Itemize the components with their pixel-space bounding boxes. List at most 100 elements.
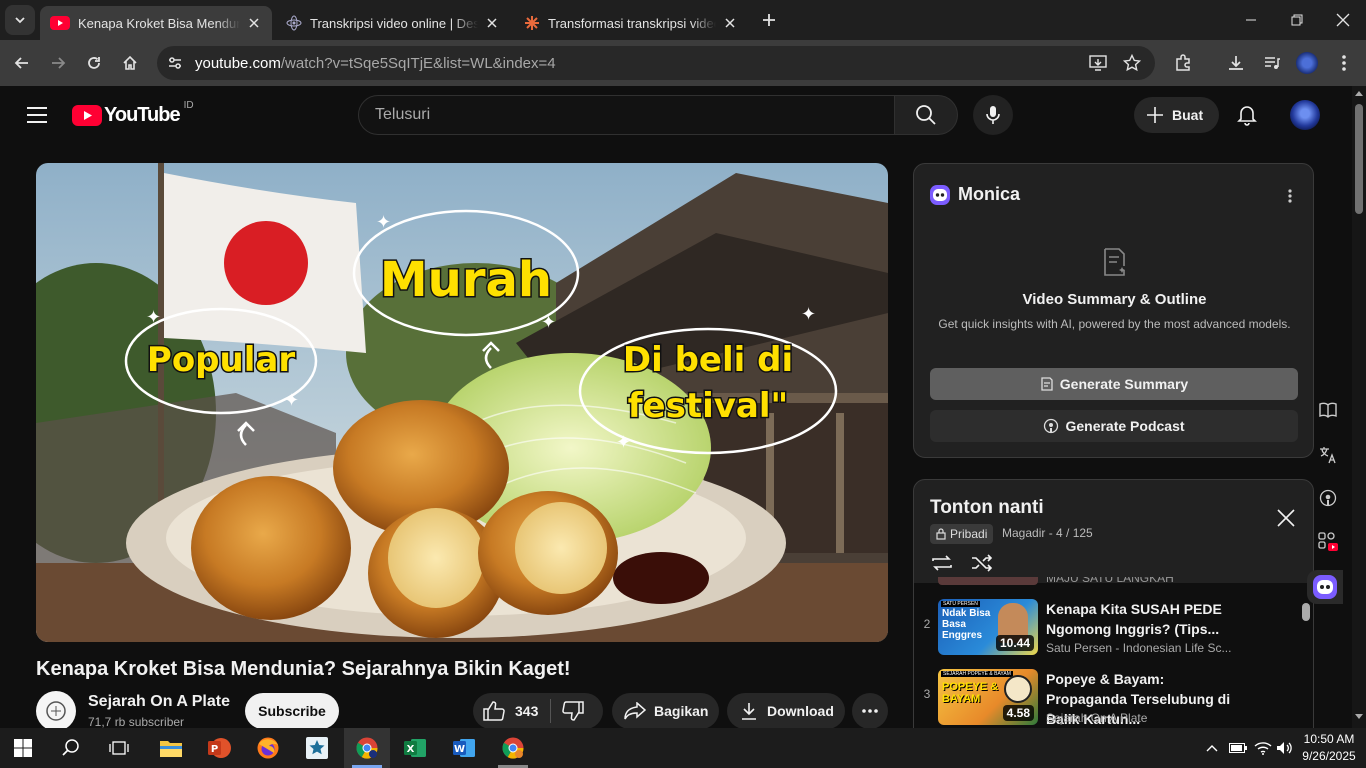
playlist-title[interactable]: Tonton nanti [930, 497, 1044, 519]
new-tab-plus-icon[interactable] [754, 5, 784, 35]
podcast-side-icon[interactable] [1313, 483, 1343, 513]
page-scrollbar-thumb[interactable] [1355, 104, 1363, 214]
firefox-icon[interactable] [245, 728, 291, 768]
share-arrow-icon [624, 702, 646, 720]
subscribe-button[interactable]: Subscribe [245, 693, 339, 728]
download-icon [741, 702, 757, 720]
chrome-menu-kebab-icon[interactable] [1332, 48, 1356, 78]
window-restore-icon[interactable] [1282, 5, 1312, 35]
clock-date: 9/26/2025 [1302, 749, 1356, 763]
system-clock[interactable]: 10:50 AM 9/26/2025 [1298, 731, 1360, 765]
generate-podcast-button[interactable]: Generate Podcast [930, 410, 1298, 442]
chrome-taskbar-icon[interactable] [344, 728, 390, 768]
translate-icon[interactable] [1313, 440, 1343, 470]
downloads-icon[interactable] [1221, 48, 1251, 78]
svg-text:W: W [454, 744, 465, 755]
channel-name[interactable]: Sejarah On A Plate [88, 693, 230, 711]
window-close-icon[interactable] [1328, 5, 1358, 35]
monica-panel: Monica Video Summary & Outline Get quick… [913, 163, 1314, 458]
svg-text:P: P [211, 744, 218, 755]
tab-close-icon[interactable] [246, 15, 262, 31]
tab-title: Kenapa Kroket Bisa Mendunia? Sejarahnya … [78, 15, 240, 31]
reload-icon[interactable] [79, 48, 109, 78]
thumb-badge: SEJARAH POPEYE & BAYAM [941, 671, 1013, 677]
scroll-up-arrow-icon[interactable] [1355, 90, 1363, 96]
chrome-profile-taskbar-icon[interactable] [490, 728, 536, 768]
more-actions-button[interactable] [852, 693, 888, 728]
tab-search-chevron-icon[interactable] [5, 5, 35, 35]
thumb-text: POPEYE & BAYAM [942, 681, 999, 705]
account-avatar[interactable] [1290, 100, 1320, 130]
video-title: Kenapa Kroket Bisa Mendunia? Sejarahnya … [36, 658, 571, 680]
file-explorer-icon[interactable] [148, 728, 194, 768]
generate-summary-button[interactable]: Generate Summary [930, 368, 1298, 400]
voice-search-button[interactable] [973, 95, 1013, 135]
playlist-items: MAJU SATU LANGKAH 2 SATU PERSEN Ndak Bis… [914, 577, 1313, 728]
shuffle-playlist-icon[interactable] [970, 554, 994, 572]
playlist-owner-position: Magadir - 4 / 125 [1002, 526, 1093, 540]
create-button[interactable]: Buat [1134, 97, 1219, 133]
dislike-button[interactable] [551, 693, 595, 728]
site-info-icon[interactable] [167, 55, 183, 71]
playlist-scrollbar-thumb[interactable] [1302, 603, 1310, 621]
show-hidden-icons-chevron-icon[interactable] [1199, 728, 1225, 768]
home-icon[interactable] [115, 48, 145, 78]
scroll-down-arrow-icon[interactable] [1355, 714, 1363, 720]
youtube-logo[interactable]: YouTube ID [72, 100, 194, 127]
notifications-button[interactable] [1227, 95, 1267, 135]
url-host: youtube.com [195, 54, 281, 72]
document-sparkle-icon [1102, 248, 1128, 276]
monica-launcher-icon[interactable] [1307, 570, 1343, 604]
profile-avatar[interactable] [1292, 48, 1322, 78]
monica-menu-kebab-icon[interactable] [1280, 186, 1300, 206]
battery-icon[interactable] [1225, 728, 1251, 768]
tab-kenapa-kroket[interactable]: Kenapa Kroket Bisa Mendunia? Sejarahnya … [40, 6, 272, 40]
excel-icon[interactable]: X [392, 728, 438, 768]
task-view-icon[interactable] [96, 728, 142, 768]
windows-start-icon[interactable] [0, 728, 46, 768]
duration-badge: 4.58 [1002, 705, 1034, 721]
tab-transkripsi-desgr[interactable]: Transkripsi video online | Desgr [276, 6, 510, 40]
apps-youtube-icon[interactable] [1313, 527, 1343, 557]
channel-avatar[interactable] [36, 691, 76, 728]
pinned-app-star-icon[interactable] [294, 728, 340, 768]
install-app-icon[interactable] [1089, 54, 1107, 72]
thumbs-down-icon [562, 701, 585, 721]
like-button[interactable]: 343 [473, 693, 538, 728]
taskbar-search-icon[interactable] [48, 728, 94, 768]
media-control-icon[interactable] [1257, 48, 1287, 78]
list-item-index: 3 [923, 687, 931, 701]
svg-text:✦: ✦ [146, 307, 161, 328]
forward-arrow-icon[interactable] [43, 48, 73, 78]
share-button[interactable]: Bagikan [612, 693, 719, 728]
search-input[interactable]: Telusuri [358, 95, 895, 135]
tab-close-icon[interactable] [484, 15, 500, 31]
loop-playlist-icon[interactable] [930, 554, 954, 572]
windows-taskbar: P X W 10:50 AM 9/26/2025 [0, 728, 1366, 768]
hamburger-menu-icon[interactable] [22, 100, 52, 130]
address-bar[interactable]: youtube.com/watch?v=tSqe5SqITjE&list=WL&… [157, 46, 1155, 80]
download-button[interactable]: Download [727, 693, 845, 728]
close-playlist-icon[interactable] [1274, 506, 1298, 530]
search-button[interactable] [894, 95, 958, 135]
list-item[interactable]: 3 SEJARAH POPEYE & BAYAM POPEYE & BAYAM … [914, 663, 1304, 727]
monica-heading: Video Summary & Outline [1022, 291, 1207, 308]
bookmark-star-icon[interactable] [1123, 54, 1141, 72]
powerpoint-icon[interactable]: P [196, 728, 242, 768]
tab-transformasi[interactable]: Transformasi transkripsi video m [514, 6, 748, 40]
plus-icon [1146, 106, 1164, 124]
volume-icon[interactable] [1272, 728, 1298, 768]
reader-book-icon[interactable] [1313, 395, 1343, 425]
back-arrow-icon[interactable] [7, 48, 37, 78]
list-item[interactable]: 2 SATU PERSEN Ndak Bisa Basa Enggres 10.… [914, 593, 1304, 657]
extensions-puzzle-icon[interactable] [1168, 48, 1198, 78]
page-scrollbar[interactable] [1352, 86, 1366, 728]
youtube-page: YouTube ID Telusuri Buat ✦ ✦ ✦ ✦ ✦ ✦ Pop… [0, 86, 1352, 728]
word-icon[interactable]: W [441, 728, 487, 768]
video-player[interactable]: ✦ ✦ ✦ ✦ ✦ ✦ Popular Murah Di beli di festival… [36, 163, 888, 642]
window-minimize-icon[interactable] [1236, 5, 1266, 35]
summary-label: Generate Summary [1059, 376, 1189, 392]
list-item-thumbnail: SATU PERSEN Ndak Bisa Basa Enggres 10.44 [938, 599, 1038, 655]
tab-close-icon[interactable] [722, 15, 738, 31]
svg-text:X: X [407, 744, 415, 755]
